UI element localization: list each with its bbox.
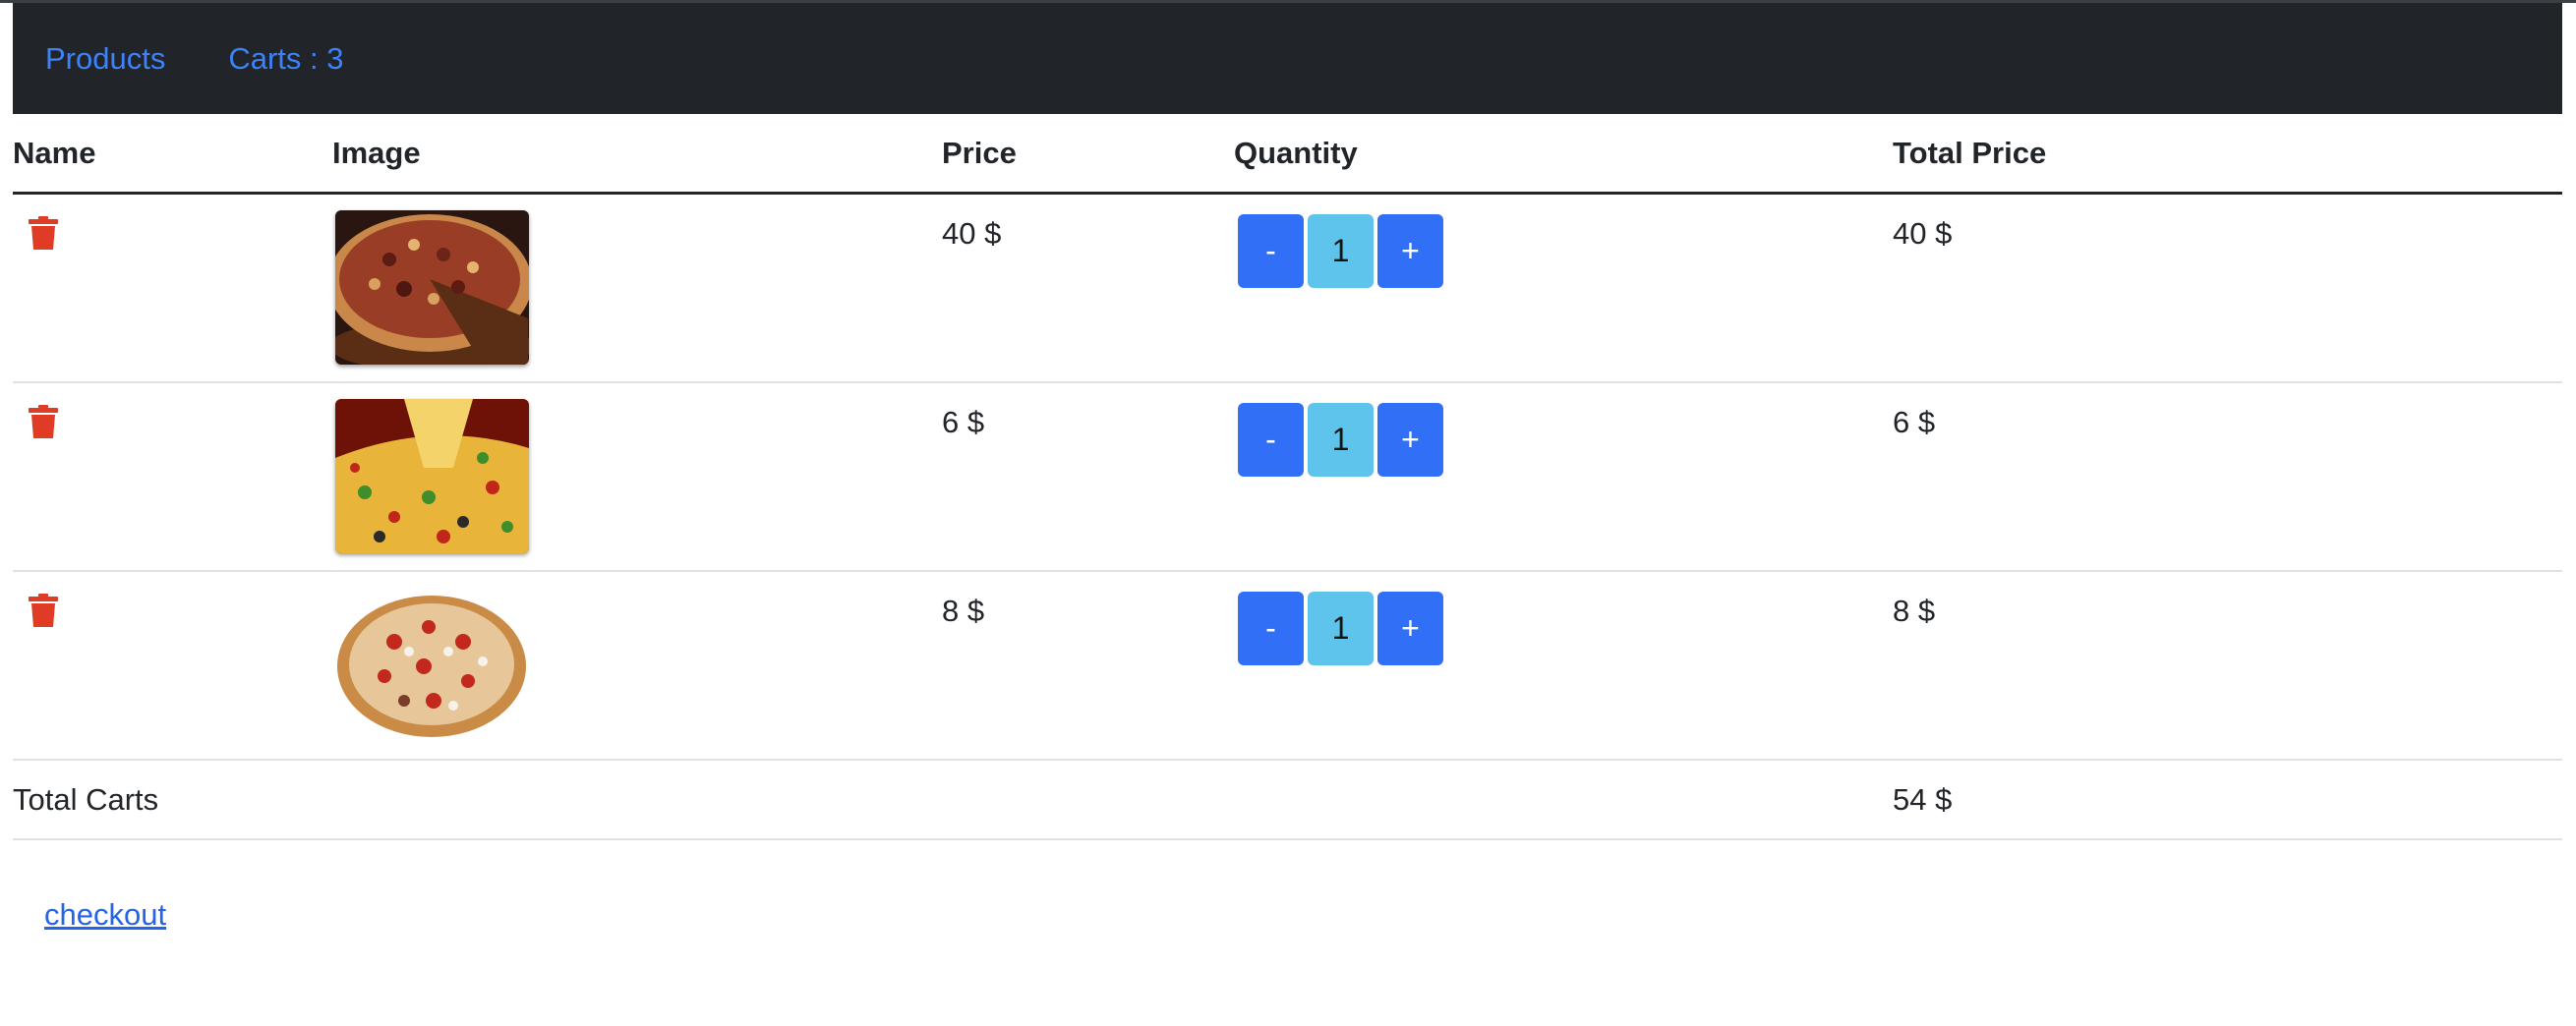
table-row: 8 $ - 1 + 8 $: [13, 571, 2562, 761]
header-image: Image: [332, 114, 942, 195]
price-cell: 8 $: [942, 571, 1234, 761]
row-total-text: 6 $: [1893, 405, 1936, 439]
total-price-cell: 8 $: [1893, 571, 2562, 761]
price-cell: 40 $: [942, 193, 1234, 383]
price-text: 8 $: [942, 594, 985, 628]
header-quantity: Quantity: [1234, 114, 1893, 195]
header-price: Price: [942, 114, 1234, 195]
total-price-cell: 40 $: [1893, 193, 2562, 383]
navbar: Products Carts : 3: [13, 3, 2562, 114]
trash-icon[interactable]: [29, 216, 58, 250]
quantity-cell: - 1 +: [1234, 382, 1893, 572]
cart-table: Name Image Price Quantity Total Price 40…: [13, 114, 2562, 840]
trash-icon[interactable]: [29, 405, 58, 438]
quantity-stepper: - 1 +: [1238, 403, 1893, 477]
header-total-price: Total Price: [1893, 114, 2562, 195]
total-carts-value: 54 $: [1893, 760, 2562, 840]
name-cell: [13, 193, 332, 383]
price-text: 40 $: [942, 216, 1002, 251]
empty-cell: [332, 760, 942, 840]
nav-carts-link[interactable]: Carts : 3: [228, 41, 343, 77]
decrement-button[interactable]: -: [1238, 214, 1304, 288]
trash-icon[interactable]: [29, 594, 58, 627]
quantity-cell: - 1 +: [1234, 193, 1893, 383]
empty-cell: [942, 760, 1234, 840]
increment-button[interactable]: +: [1377, 403, 1443, 477]
image-cell: [332, 193, 942, 383]
total-price-cell: 6 $: [1893, 382, 2562, 572]
nav-products-link[interactable]: Products: [45, 41, 165, 77]
price-text: 6 $: [942, 405, 985, 439]
cheesy-pizza-image: [335, 399, 529, 553]
table-row: 40 $ - 1 + 40 $: [13, 193, 2562, 383]
quantity-stepper: - 1 +: [1238, 592, 1893, 665]
increment-button[interactable]: +: [1377, 592, 1443, 665]
total-carts-label: Total Carts: [13, 760, 332, 840]
decrement-button[interactable]: -: [1238, 403, 1304, 477]
row-total-text: 40 $: [1893, 216, 1953, 251]
row-total-text: 8 $: [1893, 594, 1936, 628]
price-cell: 6 $: [942, 382, 1234, 572]
checkout-link[interactable]: checkout: [44, 897, 166, 933]
table-row: 6 $ - 1 + 6 $: [13, 382, 2562, 572]
quantity-value: 1: [1308, 403, 1374, 477]
name-cell: [13, 571, 332, 761]
quantity-value: 1: [1308, 592, 1374, 665]
quantity-cell: - 1 +: [1234, 571, 1893, 761]
image-cell: [332, 382, 942, 572]
increment-button[interactable]: +: [1377, 214, 1443, 288]
quantity-stepper: - 1 +: [1238, 214, 1893, 288]
header-name: Name: [13, 114, 332, 195]
table-header-row: Name Image Price Quantity Total Price: [13, 114, 2562, 195]
image-cell: [332, 571, 942, 761]
quantity-value: 1: [1308, 214, 1374, 288]
name-cell: [13, 382, 332, 572]
decrement-button[interactable]: -: [1238, 592, 1304, 665]
empty-cell: [1234, 760, 1893, 840]
pepperoni-pizza-image: [335, 588, 529, 742]
pizza-slice-image: [335, 210, 529, 365]
total-row: Total Carts 54 $: [13, 760, 2562, 840]
